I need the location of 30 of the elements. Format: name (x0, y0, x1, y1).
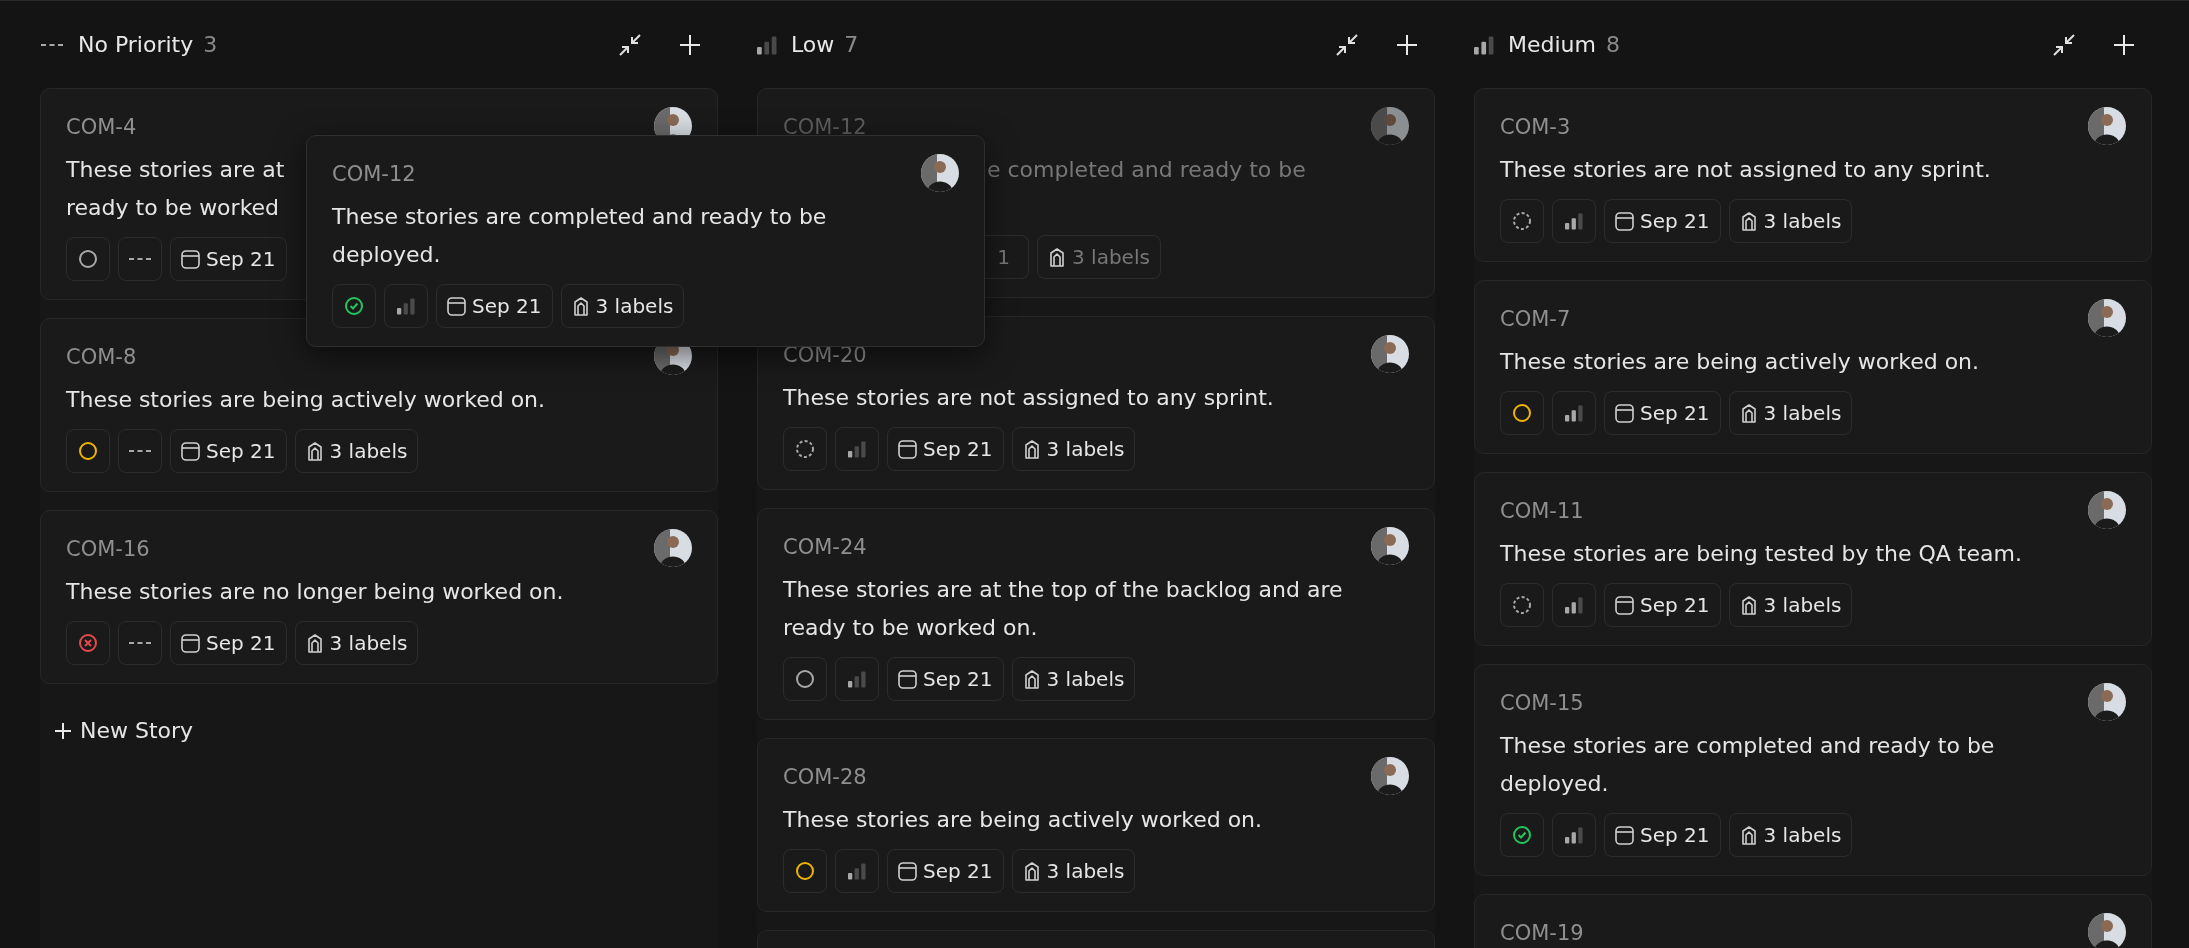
column-title: Low (791, 32, 835, 57)
story-id: COM-19 (1500, 921, 1584, 945)
story-description: These stories are no longer being worked on. (66, 578, 564, 606)
column-count: 3 (203, 32, 218, 57)
column-count: 7 (844, 32, 859, 57)
story-id: COM-16 (66, 537, 150, 561)
story-description: ready to be worked (66, 194, 280, 222)
story-id: COM-11 (1500, 499, 1584, 523)
story-id: COM-24 (783, 535, 867, 559)
story-description: These stories are at (66, 156, 285, 184)
story-id: COM-15 (1500, 691, 1584, 715)
story-description: These stories are being actively worked on. (1500, 348, 1980, 376)
story-id: COM-28 (783, 765, 867, 789)
story-description: These stories are completed and ready to be deployed. (1500, 732, 1996, 798)
story-description: These stories are being tested by the QA team. (1500, 540, 2022, 568)
story-id: COM-7 (1500, 307, 1571, 331)
story-id: COM-8 (66, 345, 137, 369)
story-id: COM-4 (66, 115, 137, 139)
story-description: These stories are at the top of the backlog and are ready to be worked on. (783, 576, 1344, 642)
column-count: 8 (1605, 32, 1620, 57)
column-title: Medium (1508, 32, 1596, 57)
story-description: These stories are being actively worked on. (783, 806, 1263, 834)
column-title: No Priority (78, 32, 194, 57)
story-description: These stories are not assigned to any sprint. (783, 384, 1274, 412)
story-id: COM-12 (332, 162, 416, 186)
story-description: These stories are being actively worked on. (66, 386, 546, 414)
story-description: These stories are not assigned to any sprint. (1500, 156, 1991, 184)
story-description: e completed and ready to be (987, 156, 1306, 184)
story-description: These stories are completed and ready to be deployed. (332, 203, 828, 269)
story-id: COM-3 (1500, 115, 1571, 139)
